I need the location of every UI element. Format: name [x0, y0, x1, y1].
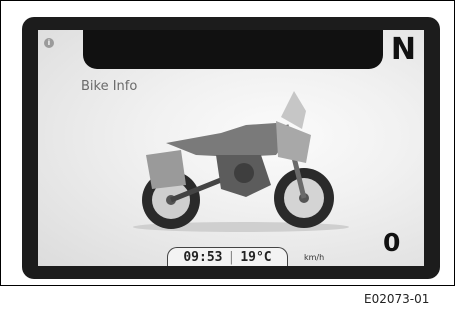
ambient-temperature: 19°C [240, 250, 272, 265]
clock-time: 09:53 [183, 250, 223, 265]
top-status-bar [83, 30, 383, 69]
motorcycle-image [133, 91, 349, 232]
dashboard-screen: i N Bike Info 09:53 | 19°C km/h 0 [38, 30, 424, 266]
speed-value: 0 [383, 228, 401, 257]
figure-code: E02073-01 [364, 292, 430, 306]
speed-unit: km/h [304, 253, 325, 262]
info-icon: i [44, 38, 54, 48]
time-temperature-readout: 09:53 | 19°C [167, 247, 288, 266]
pannier [146, 150, 186, 189]
tank-and-seat [166, 123, 291, 157]
gear-indicator: N [390, 32, 416, 67]
front-fairing [276, 121, 311, 163]
status-separator: | [227, 250, 236, 265]
windscreen [281, 91, 306, 129]
